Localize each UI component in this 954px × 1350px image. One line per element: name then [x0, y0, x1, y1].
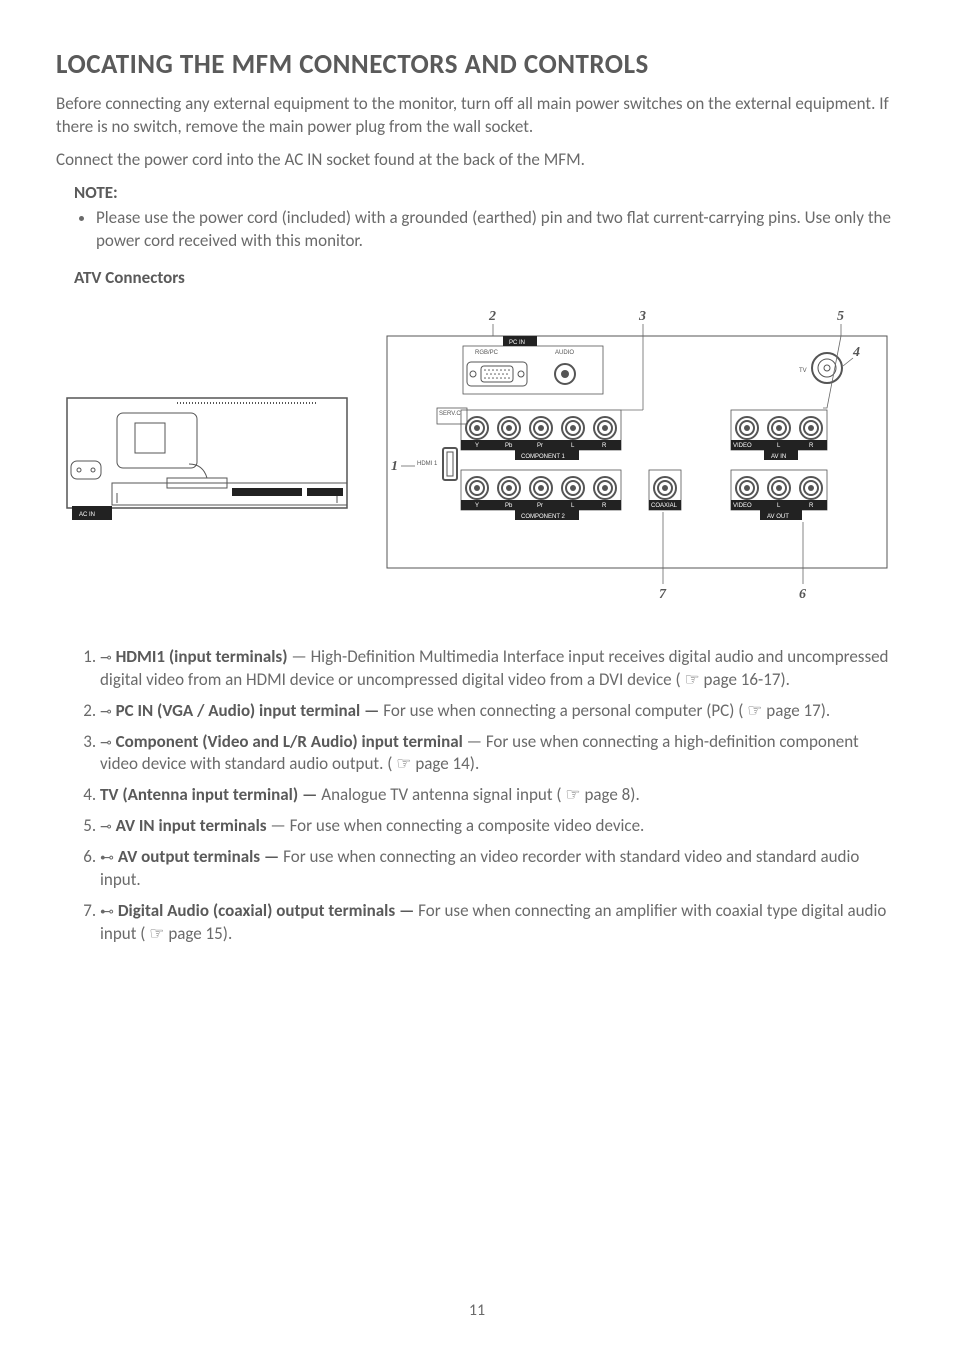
item-desc: Analogue TV antenna signal input ( ☞ pag…: [317, 784, 639, 805]
list-item: ⊸ PC IN (VGA / Audio) input terminal — F…: [100, 700, 898, 723]
item-title: PC IN (VGA / Audio) input terminal —: [116, 700, 380, 721]
item-title: HDMI1 (input terminals): [116, 646, 288, 667]
svg-text:Pr: Pr: [537, 503, 543, 509]
item-title: Component (Video and L/R Audio) input te…: [116, 731, 463, 752]
callout-3: 3: [638, 309, 646, 324]
connector-diagram: AC IN PC IN RGB/PC AUDIO SERV.C HDMI 1: [57, 298, 897, 618]
page-title: LOCATING THE MFM CONNECTORS AND CONTROLS: [56, 48, 898, 81]
svg-text:Y: Y: [475, 443, 479, 449]
label-rgbpc: RGB/PC: [475, 350, 499, 356]
callout-4: 4: [852, 345, 860, 360]
svg-text:R: R: [809, 503, 814, 509]
svg-text:R: R: [602, 443, 607, 449]
label-avin: AV IN: [771, 454, 786, 460]
svg-text:Y: Y: [475, 503, 479, 509]
output-icon: ⊷: [100, 849, 114, 865]
list-item: ⊸ HDMI1 (input terminals) — High-Definit…: [100, 646, 898, 692]
item-title: TV (Antenna input terminal) —: [100, 784, 317, 805]
list-item: ⊸ Component (Video and L/R Audio) input …: [100, 731, 898, 777]
svg-text:Pr: Pr: [537, 443, 543, 449]
output-icon: ⊷: [100, 903, 114, 919]
callout-7: 7: [659, 587, 667, 602]
label-video1: VIDEO: [733, 443, 752, 449]
note-block: NOTE: Please use the power cord (include…: [74, 182, 898, 253]
label-coaxial: COAXIAL: [651, 503, 678, 509]
item-title: AV output terminals —: [118, 846, 279, 867]
label-audio: AUDIO: [555, 350, 574, 356]
input-icon: ⊸: [100, 818, 112, 834]
note-heading: NOTE:: [74, 182, 898, 203]
item-title: AV IN input terminals: [116, 815, 267, 836]
item-desc: For use when connecting a personal compu…: [379, 700, 830, 721]
list-item: TV (Antenna input terminal) — Analogue T…: [100, 784, 898, 807]
note-bullet: Please use the power cord (included) wit…: [96, 207, 898, 253]
list-item: ⊸ AV IN input terminals — For use when c…: [100, 815, 898, 838]
label-pcin: PC IN: [509, 340, 525, 346]
item-title: Digital Audio (coaxial) output terminals…: [118, 900, 415, 921]
label-video2: VIDEO: [733, 503, 752, 509]
callout-2: 2: [488, 309, 496, 324]
input-icon: ⊸: [100, 703, 112, 719]
input-icon: ⊸: [100, 734, 112, 750]
callout-5: 5: [837, 309, 844, 324]
page-number: 11: [0, 1301, 954, 1320]
list-item: ⊷ Digital Audio (coaxial) output termina…: [100, 900, 898, 946]
label-component2: COMPONENT 2: [521, 514, 566, 520]
intro-paragraph-2: Connect the power cord into the AC IN so…: [56, 149, 898, 172]
svg-text:Pb: Pb: [505, 443, 513, 449]
callout-6: 6: [799, 587, 806, 602]
svg-text:R: R: [602, 503, 607, 509]
label-hdmi1: HDMI 1: [417, 461, 438, 467]
label-tv: TV: [799, 368, 807, 374]
label-servc: SERV.C: [439, 411, 461, 417]
label-avout: AV OUT: [767, 514, 789, 520]
svg-text:Pb: Pb: [505, 503, 513, 509]
intro-paragraph-1: Before connecting any external equipment…: [56, 93, 898, 139]
connector-list: ⊸ HDMI1 (input terminals) — High-Definit…: [74, 646, 898, 946]
atv-connectors-heading: ATV Connectors: [74, 267, 898, 288]
svg-text:R: R: [809, 443, 814, 449]
label-acin: AC IN: [79, 512, 95, 518]
callout-1: 1: [391, 459, 398, 474]
item-desc: — For use when connecting a composite vi…: [267, 815, 645, 836]
list-item: ⊷ AV output terminals — For use when con…: [100, 846, 898, 892]
label-component1: COMPONENT 1: [521, 454, 566, 460]
input-icon: ⊸: [100, 649, 112, 665]
